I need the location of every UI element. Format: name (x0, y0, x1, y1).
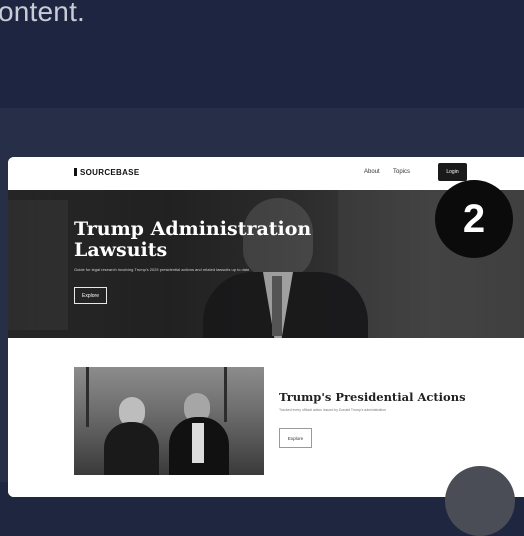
logo-mark-icon (74, 168, 77, 176)
step-number-badge: 2 (435, 180, 513, 258)
hero-subtitle: Guide for legal research involving Trump… (74, 267, 250, 272)
feature-title: Trump's Presidential Actions (279, 390, 466, 404)
feature-photo (74, 367, 264, 475)
photo-background-structure (224, 367, 227, 422)
hero-title: Trump Administration Lawsuits (74, 218, 312, 261)
feature-section: Trump's Presidential Actions Tracked eve… (8, 338, 524, 497)
floating-action-button[interactable] (445, 466, 515, 536)
photo-background-structure (86, 367, 89, 427)
feature-subtitle: Tracked every official action issued by … (279, 408, 387, 412)
photo-person-right-shirt (192, 423, 204, 463)
hero-explore-button[interactable]: Explore (74, 287, 107, 304)
logo-text: SOURCEBASE (80, 168, 140, 177)
photo-person-left-suit (104, 422, 159, 475)
caption-text: ontent. (0, 0, 86, 27)
login-button[interactable]: Login (438, 163, 467, 181)
nav-link-topics[interactable]: Topics (393, 169, 410, 175)
feature-explore-button[interactable]: Explore (279, 428, 312, 448)
site-logo[interactable]: SOURCEBASE (74, 168, 139, 177)
site-nav: SOURCEBASE About Topics Login (8, 157, 524, 190)
nav-link-about[interactable]: About (364, 169, 380, 175)
